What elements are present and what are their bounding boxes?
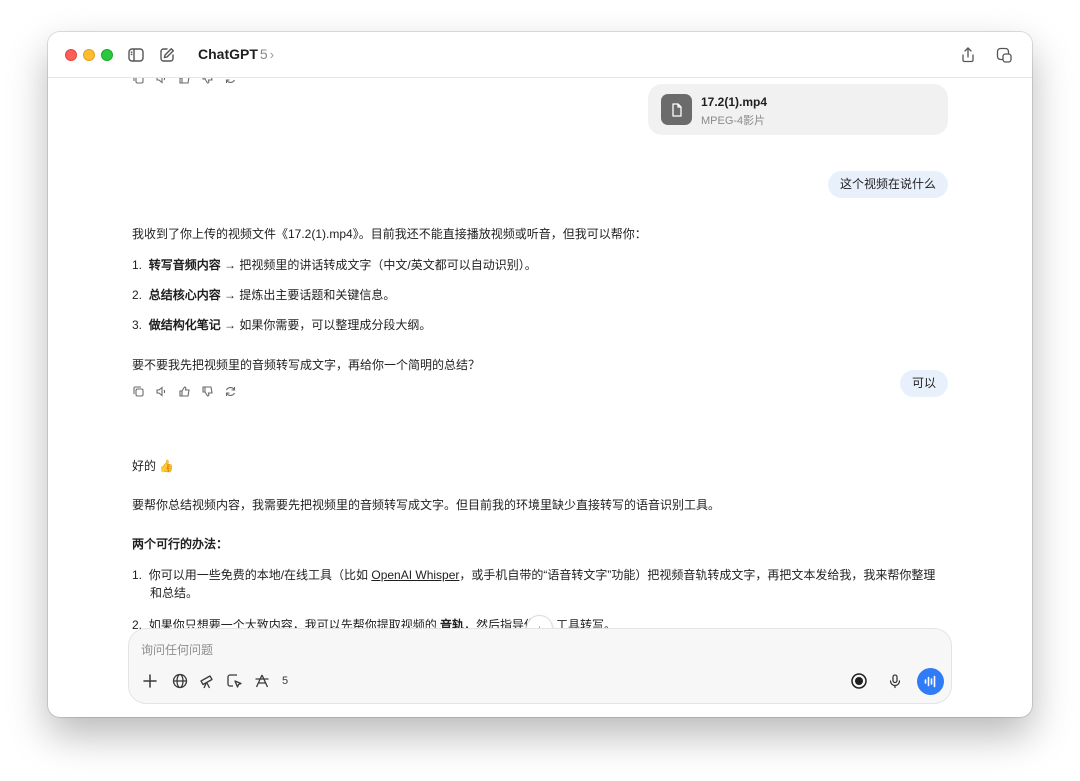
user-message-bubble: 可以 [899, 370, 948, 397]
thumbs-up-icon[interactable] [178, 385, 191, 398]
voice-record-icon[interactable] [850, 672, 868, 690]
message-input[interactable] [141, 640, 841, 660]
list-text: → 提炼出主要话题和关键信息。 [220, 288, 396, 302]
apps-icon[interactable] [253, 672, 271, 690]
app-title[interactable]: ChatGPT 5 › [198, 46, 274, 62]
list-text: → 如果你需要，可以整理成分段大纲。 [220, 318, 432, 332]
thumbs-down-icon[interactable] [201, 78, 214, 85]
read-aloud-icon[interactable] [155, 385, 168, 398]
assistant-question-text: 要不要我先把视频里的音频转写成文字，再给你一个简明的总结？ [132, 358, 481, 372]
list-bold-text: 转写音频内容 [148, 258, 221, 272]
voice-mode-button[interactable] [917, 668, 944, 695]
tools-count-badge[interactable]: 5 [282, 675, 288, 687]
zoom-window-button[interactable] [101, 49, 113, 61]
attachment-card[interactable]: 17.2(1).mp4 MPEG-4影片 [648, 84, 948, 135]
user-message-bubble: 这个视频在说什么 [827, 171, 948, 198]
canvas-select-icon[interactable] [225, 672, 243, 690]
list-number: 1. [132, 568, 143, 582]
list-text: ，或手机自带的“语音转文字”功能）把视频音轨转成文字，再把文本发给我，我来帮你整… [459, 568, 936, 582]
message-composer[interactable]: 5 [128, 628, 952, 704]
list-bold-text: 做结构化笔记 [148, 318, 221, 332]
chevron-right-icon: › [269, 47, 275, 62]
waveform-icon [924, 675, 936, 688]
list-item: 1. 你可以用一些免费的本地/在线工具（比如 OpenAI Whisper，或手… [132, 566, 935, 584]
list-number: 3. [132, 318, 143, 332]
model-version: 5 [259, 46, 268, 62]
regenerate-icon[interactable] [224, 78, 237, 85]
thumbs-up-icon[interactable] [178, 78, 191, 85]
app-name: ChatGPT [198, 46, 258, 62]
openai-whisper-link[interactable]: OpenAI Whisper [371, 568, 459, 582]
assistant-intro-text: 我收到了你上传的视频文件《17.2(1).mp4》。目前我还不能直接播放视频或听… [132, 227, 647, 241]
plus-icon[interactable] [141, 672, 159, 690]
attachment-name: 17.2(1).mp4 [701, 95, 768, 109]
list-number: 1. [132, 258, 143, 272]
list-bold-text: 总结核心内容 [148, 288, 221, 302]
copy-icon[interactable] [132, 385, 145, 398]
share-icon[interactable] [958, 45, 978, 65]
list-item: 2. 总结核心内容 → 提炼出主要话题和关键信息。 [132, 286, 395, 304]
regenerate-icon[interactable] [224, 385, 237, 398]
close-window-button[interactable] [65, 49, 77, 61]
telescope-icon[interactable] [198, 672, 216, 690]
attachment-type: MPEG-4影片 [701, 115, 766, 127]
thumbs-down-icon[interactable] [201, 385, 214, 398]
assistant-greeting-text: 好的 👍 [132, 459, 175, 473]
sidebar-toggle-icon[interactable] [126, 45, 146, 65]
title-bar: ChatGPT 5 › [48, 32, 1032, 78]
message-actions-previous [132, 78, 237, 85]
list-item-continuation: 和总结。 [150, 586, 199, 600]
copy-icon[interactable] [132, 78, 145, 85]
list-item: 1. 转写音频内容 → 把视频里的讲话转成文字（中文/英文都可以自动识别）。 [132, 256, 537, 274]
temporary-chat-icon[interactable] [994, 45, 1014, 65]
message-actions [132, 385, 237, 398]
list-number: 2. [132, 288, 143, 302]
assistant-heading: 两个可行的办法： [132, 535, 228, 553]
list-item: 3. 做结构化笔记 → 如果你需要，可以整理成分段大纲。 [132, 316, 431, 334]
read-aloud-icon[interactable] [155, 78, 168, 85]
assistant-paragraph-text: 要帮你总结视频内容，我需要先把视频里的音频转写成文字。但目前我的环境里缺少直接转… [132, 498, 721, 512]
file-icon [661, 94, 692, 125]
assistant-heading-text: 两个可行的办法： [132, 537, 229, 551]
microphone-icon[interactable] [886, 672, 904, 690]
app-window: ChatGPT 5 › 17.2(1).mp4 MPEG-4影片 这个视频在说什… [48, 32, 1032, 717]
chat-area[interactable]: 17.2(1).mp4 MPEG-4影片 这个视频在说什么 我收到了你上传的视频… [48, 78, 1032, 717]
minimize-window-button[interactable] [83, 49, 95, 61]
new-chat-icon[interactable] [157, 45, 177, 65]
list-text: 你可以用一些免费的本地/在线工具（比如 [148, 568, 372, 582]
globe-icon[interactable] [171, 672, 189, 690]
list-text: → 把视频里的讲话转成文字（中文/英文都可以自动识别）。 [220, 258, 537, 272]
